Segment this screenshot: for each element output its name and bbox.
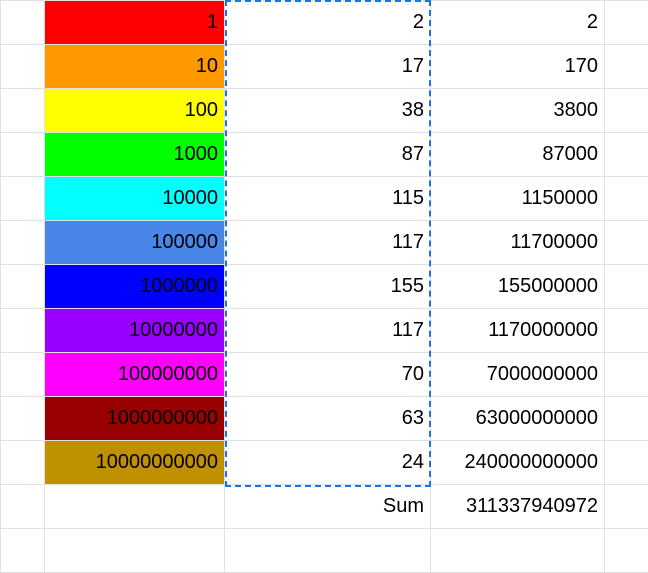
sum-row[interactable]: Sum311337940972	[1, 485, 648, 529]
sum-value-cell[interactable]: 311337940972	[431, 485, 605, 529]
cell[interactable]	[1, 309, 45, 353]
cell[interactable]	[1, 89, 45, 133]
table-row[interactable]	[1, 529, 648, 573]
cell[interactable]	[1, 1, 45, 45]
cell[interactable]	[605, 221, 648, 265]
cell-count[interactable]: 38	[225, 89, 431, 133]
table-row[interactable]: 10000011711700000	[1, 221, 648, 265]
cell[interactable]	[1, 397, 45, 441]
table-row[interactable]: 10008787000	[1, 133, 648, 177]
cell-count[interactable]: 17	[225, 45, 431, 89]
cell-product[interactable]: 87000	[431, 133, 605, 177]
cell[interactable]	[1, 265, 45, 309]
cell-magnitude[interactable]: 10	[45, 45, 225, 89]
table-row[interactable]: 122	[1, 1, 648, 45]
cell-product[interactable]: 11700000	[431, 221, 605, 265]
cell[interactable]	[1, 441, 45, 485]
cell[interactable]	[1, 529, 45, 573]
cell[interactable]	[605, 1, 648, 45]
cell-count[interactable]: 155	[225, 265, 431, 309]
cell-magnitude[interactable]: 100000	[45, 221, 225, 265]
table-row[interactable]: 100000000707000000000	[1, 353, 648, 397]
cell[interactable]	[605, 265, 648, 309]
cell-product[interactable]: 2	[431, 1, 605, 45]
cell[interactable]	[1, 485, 45, 529]
cell[interactable]	[1, 221, 45, 265]
table-row[interactable]: 1000000000024240000000000	[1, 441, 648, 485]
table-row[interactable]: 10000000006363000000000	[1, 397, 648, 441]
table-row[interactable]: 1017170	[1, 45, 648, 89]
cell[interactable]	[605, 133, 648, 177]
sum-label-cell[interactable]: Sum	[225, 485, 431, 529]
cell[interactable]	[1, 133, 45, 177]
cell[interactable]	[605, 309, 648, 353]
table-row[interactable]: 100383800	[1, 89, 648, 133]
cell-magnitude[interactable]: 1	[45, 1, 225, 45]
cell-product[interactable]: 7000000000	[431, 353, 605, 397]
cell[interactable]	[605, 485, 648, 529]
cell-count[interactable]: 117	[225, 309, 431, 353]
cell-count[interactable]: 63	[225, 397, 431, 441]
table-row[interactable]: 1000000155155000000	[1, 265, 648, 309]
cell-product[interactable]: 170	[431, 45, 605, 89]
cell-magnitude[interactable]: 10000000	[45, 309, 225, 353]
cell-count[interactable]: 87	[225, 133, 431, 177]
cell-magnitude[interactable]: 1000000000	[45, 397, 225, 441]
cell[interactable]	[605, 89, 648, 133]
cell-count[interactable]: 115	[225, 177, 431, 221]
cell-magnitude[interactable]: 100000000	[45, 353, 225, 397]
cell[interactable]	[1, 353, 45, 397]
cell[interactable]	[45, 485, 225, 529]
cell-magnitude[interactable]: 100	[45, 89, 225, 133]
grid[interactable]: 1221017170100383800100087870001000011511…	[0, 0, 648, 573]
cell[interactable]	[605, 177, 648, 221]
cell-product[interactable]: 1150000	[431, 177, 605, 221]
cell-product[interactable]: 3800	[431, 89, 605, 133]
cell[interactable]	[605, 529, 648, 573]
cell-magnitude[interactable]: 10000	[45, 177, 225, 221]
cell[interactable]	[45, 529, 225, 573]
table-row[interactable]: 100001151150000	[1, 177, 648, 221]
cell-product[interactable]: 155000000	[431, 265, 605, 309]
cell-count[interactable]: 24	[225, 441, 431, 485]
cell[interactable]	[1, 45, 45, 89]
cell-magnitude[interactable]: 1000	[45, 133, 225, 177]
cell-product[interactable]: 63000000000	[431, 397, 605, 441]
cell-product[interactable]: 1170000000	[431, 309, 605, 353]
table-row[interactable]: 100000001171170000000	[1, 309, 648, 353]
cell[interactable]	[431, 529, 605, 573]
spreadsheet[interactable]: 1221017170100383800100087870001000011511…	[0, 0, 648, 550]
cell-count[interactable]: 2	[225, 1, 431, 45]
cell[interactable]	[605, 397, 648, 441]
cell-magnitude[interactable]: 10000000000	[45, 441, 225, 485]
cell[interactable]	[605, 353, 648, 397]
cell[interactable]	[605, 45, 648, 89]
cell[interactable]	[225, 529, 431, 573]
cell-product[interactable]: 240000000000	[431, 441, 605, 485]
cell-count[interactable]: 117	[225, 221, 431, 265]
cell-magnitude[interactable]: 1000000	[45, 265, 225, 309]
cell[interactable]	[605, 441, 648, 485]
cell[interactable]	[1, 177, 45, 221]
cell-count[interactable]: 70	[225, 353, 431, 397]
